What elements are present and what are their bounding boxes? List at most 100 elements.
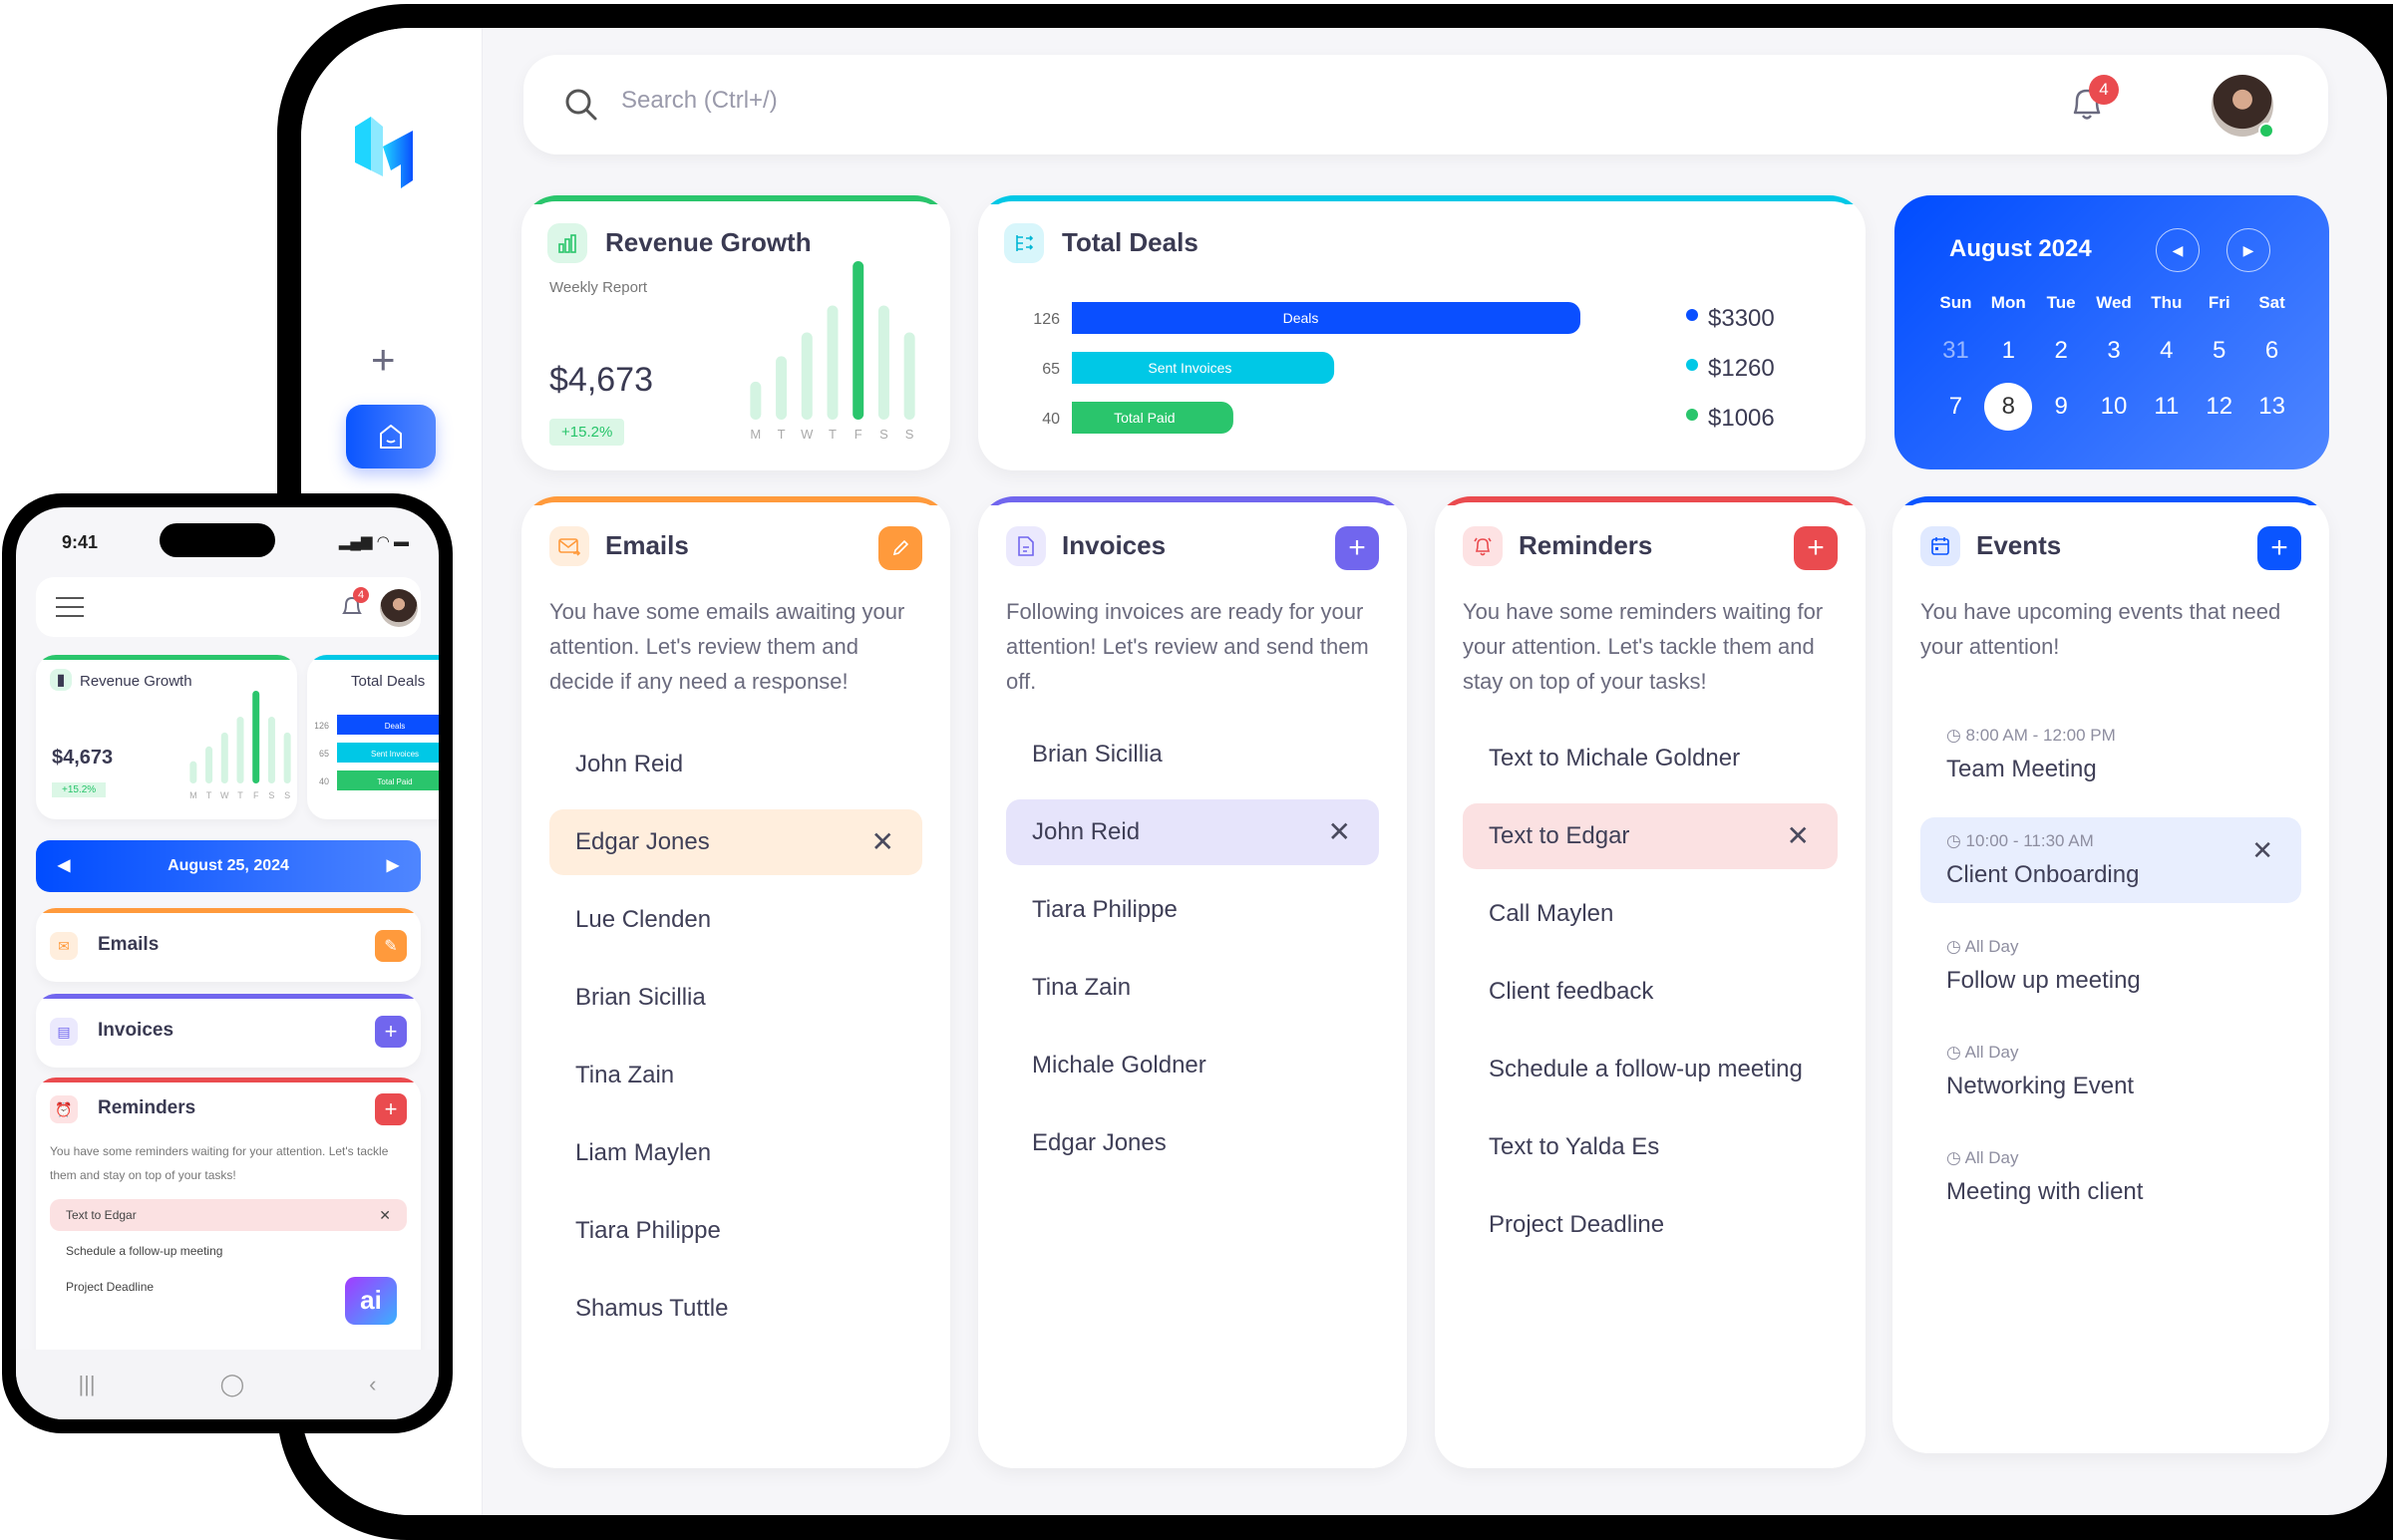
recent-apps-icon[interactable]: |||	[78, 1372, 95, 1397]
emails-list-item[interactable]: Lue Clenden	[549, 887, 922, 953]
home-button[interactable]	[346, 405, 436, 468]
revenue-bar-label: S	[879, 427, 888, 441]
calendar-day[interactable]: 3	[2088, 333, 2141, 369]
reminders-list-item[interactable]: Text to Yalda Es	[1463, 1114, 1838, 1180]
event-time: ◷ All Day	[1946, 1043, 2019, 1062]
close-icon[interactable]: ✕	[2251, 835, 2273, 866]
phone-add-invoice-button[interactable]: +	[375, 1016, 407, 1048]
list-item-label: Brian Sicillia	[1032, 741, 1163, 768]
list-item-label: Text to Michale Goldner	[1489, 745, 1741, 771]
revenue-bar-label: F	[855, 427, 862, 441]
phone-deals-bar-label: Deals	[385, 722, 405, 731]
add-event-button[interactable]: +	[2257, 526, 2301, 570]
phone-add-reminder-button[interactable]: +	[375, 1093, 407, 1125]
calendar-day[interactable]: 10	[2088, 389, 2141, 425]
reminders-list-item[interactable]: Call Maylen	[1463, 881, 1838, 947]
event-item[interactable]: ◷ All Day Follow up meeting	[1920, 923, 2301, 1009]
phone-reminder-item[interactable]: Schedule a follow-up meeting	[50, 1235, 407, 1267]
invoices-list-item[interactable]: Tina Zain	[1006, 955, 1379, 1021]
list-item-label: Client feedback	[1489, 978, 1654, 1005]
calendar-day[interactable]: 1	[1982, 333, 2035, 369]
event-item[interactable]: ◷ All Day Meeting with client	[1920, 1134, 2301, 1220]
close-icon[interactable]: ✕	[1787, 803, 1810, 869]
emails-list-item[interactable]: Edgar Jones ✕	[549, 809, 922, 875]
event-item[interactable]: ◷ 8:00 AM - 12:00 PM Team Meeting	[1920, 712, 2301, 797]
calendar-next-button[interactable]: ▶	[2226, 228, 2270, 272]
search-input[interactable]: Search (Ctrl+/)	[621, 87, 778, 115]
legend-dot	[1686, 309, 1698, 321]
emails-list-item[interactable]: Brian Sicillia	[549, 965, 922, 1031]
calendar-day[interactable]: 6	[2245, 333, 2298, 369]
calendar-day[interactable]: 13	[2245, 389, 2298, 425]
emails-list-item[interactable]: Tina Zain	[549, 1043, 922, 1108]
phone-compose-button[interactable]: ✎	[375, 930, 407, 962]
deals-value-label: 65	[1042, 361, 1060, 378]
emails-list-item[interactable]: Liam Maylen	[549, 1120, 922, 1186]
calendar-prev-button[interactable]: ◀	[2156, 228, 2200, 272]
reminders-list-item[interactable]: Project Deadline	[1463, 1192, 1838, 1258]
invoices-list: Brian Sicillia John Reid ✕ Tiara Philippe Ti…	[1006, 722, 1379, 1188]
emails-list-item[interactable]: Tiara Philippe	[549, 1198, 922, 1264]
home-nav-icon[interactable]: ◯	[220, 1372, 245, 1397]
phone-avatar[interactable]	[380, 589, 418, 627]
phone-deals-card: Total Deals 126 Deals 65 Sent Invoices 40 Tot…	[307, 655, 439, 819]
reminders-list-item[interactable]: Text to Edgar ✕	[1463, 803, 1838, 869]
deals-bar-label: Sent Invoices	[1148, 360, 1231, 376]
event-title: Networking Event	[1946, 1073, 2135, 1099]
calendar-day[interactable]: 5	[2193, 333, 2245, 369]
back-icon[interactable]: ‹	[369, 1372, 376, 1397]
add-button[interactable]: +	[371, 339, 396, 381]
top-bar: Search (Ctrl+/) 4	[523, 55, 2328, 154]
ai-assistant-button[interactable]: ai	[345, 1277, 397, 1325]
calendar-day[interactable]: 11	[2140, 389, 2193, 425]
phone-date-next[interactable]: ▶	[387, 840, 399, 892]
revenue-bar	[801, 332, 813, 420]
phone-emails-card[interactable]: ✉ Emails ✎	[36, 908, 421, 982]
events-title: Events	[1976, 530, 2062, 560]
calendar-grid: Sun Mon Tue Wed Thu Fri Sat 31 1 2 3 4 5 6 7 8 9 10 11 12 13	[1929, 293, 2298, 431]
list-item-label: Tina Zain	[575, 1062, 675, 1088]
emails-list-item[interactable]: Shamus Tuttle	[549, 1276, 922, 1342]
close-icon[interactable]: ✕	[871, 809, 894, 875]
event-item[interactable]: ◷ 10:00 - 11:30 AM Client Onboarding ✕	[1920, 817, 2301, 903]
phone-dynamic-island	[160, 523, 275, 557]
calendar-day[interactable]: 8	[1982, 383, 2035, 431]
calendar-day[interactable]: 4	[2140, 333, 2193, 369]
invoices-description: Following invoices are ready for your at…	[1006, 599, 1369, 694]
list-item-label: Schedule a follow-up meeting	[1489, 1056, 1803, 1082]
invoices-list-item[interactable]: Edgar Jones	[1006, 1110, 1379, 1176]
home-icon	[380, 425, 402, 449]
add-reminder-button[interactable]: +	[1794, 526, 1838, 570]
reminders-list-item[interactable]: Schedule a follow-up meeting	[1463, 1037, 1838, 1102]
calendar-day[interactable]: 7	[1929, 389, 1982, 425]
phone-reminder-label: Schedule a follow-up meeting	[66, 1244, 223, 1258]
reminders-list-item[interactable]: Text to Michale Goldner	[1463, 726, 1838, 791]
compose-email-button[interactable]	[878, 526, 922, 570]
invoices-list-item[interactable]: Michale Goldner	[1006, 1033, 1379, 1098]
menu-icon[interactable]	[56, 597, 84, 617]
add-invoice-button[interactable]: +	[1335, 526, 1379, 570]
phone-clock: 9:41	[62, 532, 99, 552]
revenue-bar	[877, 305, 889, 420]
event-title: Client Onboarding	[1946, 861, 2140, 888]
phone-notification-badge: 4	[353, 587, 369, 603]
calendar-day[interactable]: 9	[2035, 389, 2088, 425]
emails-list: John Reid Edgar Jones ✕ Lue Clenden Brian Si…	[549, 732, 922, 1354]
calendar-day[interactable]: 2	[2035, 333, 2088, 369]
legend-dot	[1686, 359, 1698, 371]
close-icon[interactable]: ✕	[379, 1199, 391, 1231]
invoices-list-item[interactable]: Brian Sicillia	[1006, 722, 1379, 787]
phone-date-prev[interactable]: ◀	[58, 840, 70, 892]
close-icon[interactable]: ✕	[1328, 799, 1351, 865]
calendar-day[interactable]: 31	[1929, 333, 1982, 369]
phone-reminder-item[interactable]: Text to Edgar ✕	[50, 1199, 407, 1231]
phone-invoices-card[interactable]: ▤ Invoices +	[36, 994, 421, 1068]
invoices-list-item[interactable]: Tiara Philippe	[1006, 877, 1379, 943]
event-item[interactable]: ◷ All Day Networking Event	[1920, 1029, 2301, 1114]
emails-list-item[interactable]: John Reid	[549, 732, 922, 797]
event-title: Team Meeting	[1946, 756, 2097, 782]
phone-date-bar: ◀ August 25, 2024 ▶	[36, 840, 421, 892]
calendar-day[interactable]: 12	[2193, 389, 2245, 425]
invoices-list-item[interactable]: John Reid ✕	[1006, 799, 1379, 865]
reminders-list-item[interactable]: Client feedback	[1463, 959, 1838, 1025]
